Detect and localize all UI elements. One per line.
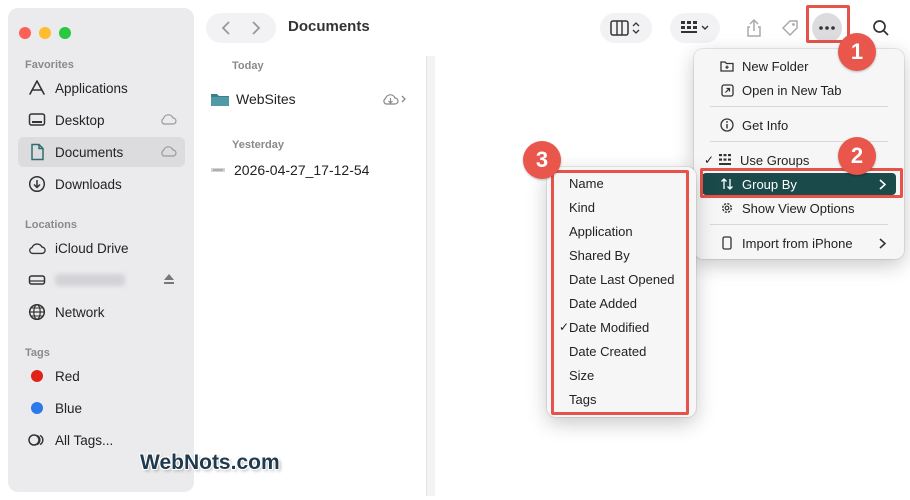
group-header-today: Today (232, 60, 264, 72)
menu-item-label: New Folder (742, 58, 809, 74)
step-badge-2: 2 (838, 137, 876, 175)
iphone-icon (719, 235, 735, 251)
menu-item-label: Show View Options (742, 200, 855, 216)
share-button[interactable] (738, 13, 770, 43)
sidebar-item-label: Applications (55, 80, 128, 96)
sidebar-item-applications[interactable]: Applications (18, 73, 185, 103)
share-icon (747, 18, 761, 37)
menu-item-label: Import from iPhone (742, 235, 853, 251)
menu-item-label: Use Groups (740, 152, 810, 168)
sidebar-item-downloads[interactable]: Downloads (18, 169, 185, 199)
blurred-drive-name (55, 274, 125, 286)
new-tab-icon (719, 82, 735, 98)
applications-icon (28, 79, 46, 97)
cloud-download-icon[interactable] (381, 91, 409, 110)
view-mode-button[interactable] (600, 13, 652, 43)
watermark: WebNots.com (140, 451, 280, 474)
sidebar-item-drive[interactable] (18, 265, 185, 295)
group-view-button[interactable] (670, 13, 720, 43)
all-tags-icon (28, 431, 46, 449)
close-window-button[interactable] (19, 27, 31, 39)
grid-icon (717, 152, 733, 168)
forward-button[interactable] (241, 20, 271, 36)
new-folder-icon (719, 58, 735, 74)
file-icon (210, 162, 226, 178)
sidebar-item-label: Downloads (55, 176, 122, 192)
document-icon (28, 143, 46, 161)
annotation-box-group-by-options (551, 170, 689, 415)
menu-separator (710, 106, 888, 107)
sidebar-item-label: Blue (55, 400, 83, 416)
locations-section-title: Locations (25, 219, 77, 231)
menu-item-show-view-options[interactable]: Show View Options (702, 197, 896, 219)
sidebar: Favorites Applications Desktop Documents (8, 8, 194, 492)
window-title: Documents (288, 18, 370, 35)
folder-icon (210, 91, 230, 107)
sidebar-item-network[interactable]: Network (18, 297, 185, 327)
downloads-icon (28, 175, 46, 193)
menu-item-label: Open in New Tab (742, 82, 842, 98)
search-icon (873, 20, 889, 36)
sidebar-item-icloud-drive[interactable]: iCloud Drive (18, 233, 185, 263)
sidebar-item-label: Documents (55, 144, 124, 160)
chevron-right-icon (252, 21, 261, 35)
desktop-icon (28, 111, 46, 129)
group-header-yesterday: Yesterday (232, 139, 284, 151)
tags-section-title: Tags (25, 347, 50, 359)
sidebar-item-documents[interactable]: Documents (18, 137, 185, 167)
sidebar-item-label: All Tags... (55, 432, 114, 448)
sidebar-item-desktop[interactable]: Desktop (18, 105, 185, 135)
info-icon (719, 117, 735, 133)
file-row-websites[interactable]: WebSites (210, 87, 296, 111)
annotation-box-group-by (700, 168, 903, 198)
nav-buttons (206, 13, 276, 43)
chevron-right-icon (879, 237, 887, 252)
red-tag-icon (31, 370, 43, 382)
file-name: 2026-04-27_17-12-54 (234, 162, 370, 178)
sidebar-item-label: Desktop (55, 112, 105, 128)
checkmark-icon: ✓ (704, 153, 715, 167)
icloud-status-icon (159, 112, 177, 129)
drive-icon (28, 271, 46, 289)
tag-button[interactable] (774, 13, 806, 43)
step-badge-1: 1 (838, 33, 876, 71)
back-button[interactable] (211, 20, 241, 36)
columns-view-icon (610, 20, 640, 36)
gear-icon (719, 200, 735, 216)
network-icon (28, 303, 46, 321)
chevron-left-icon (221, 21, 230, 35)
menu-separator (710, 224, 888, 225)
sidebar-item-label: iCloud Drive (55, 240, 129, 256)
eject-icon[interactable] (163, 273, 175, 288)
sidebar-item-tag-red[interactable]: Red (18, 361, 185, 391)
menu-item-import-from-iphone[interactable]: Import from iPhone (702, 232, 896, 254)
file-row-screenshot[interactable]: 2026-04-27_17-12-54 (210, 158, 369, 182)
minimize-window-button[interactable] (39, 27, 51, 39)
zoom-window-button[interactable] (59, 27, 71, 39)
menu-item-get-info[interactable]: Get Info (702, 114, 896, 136)
blue-tag-icon (31, 402, 43, 414)
file-name: WebSites (236, 91, 296, 107)
column-divider[interactable] (426, 56, 435, 496)
icloud-status-icon (159, 144, 177, 161)
sidebar-item-label: Network (55, 304, 105, 320)
grid-view-icon (681, 21, 709, 33)
finder-window: Favorites Applications Desktop Documents (0, 0, 910, 500)
sidebar-item-tag-blue[interactable]: Blue (18, 393, 185, 423)
icloud-icon (28, 239, 46, 257)
step-badge-3: 3 (523, 141, 561, 179)
menu-item-open-new-tab[interactable]: Open in New Tab (702, 79, 896, 101)
tag-icon (781, 20, 798, 37)
menu-item-label: Get Info (742, 117, 789, 133)
sidebar-item-label: Red (55, 368, 80, 384)
favorites-section-title: Favorites (25, 59, 74, 71)
